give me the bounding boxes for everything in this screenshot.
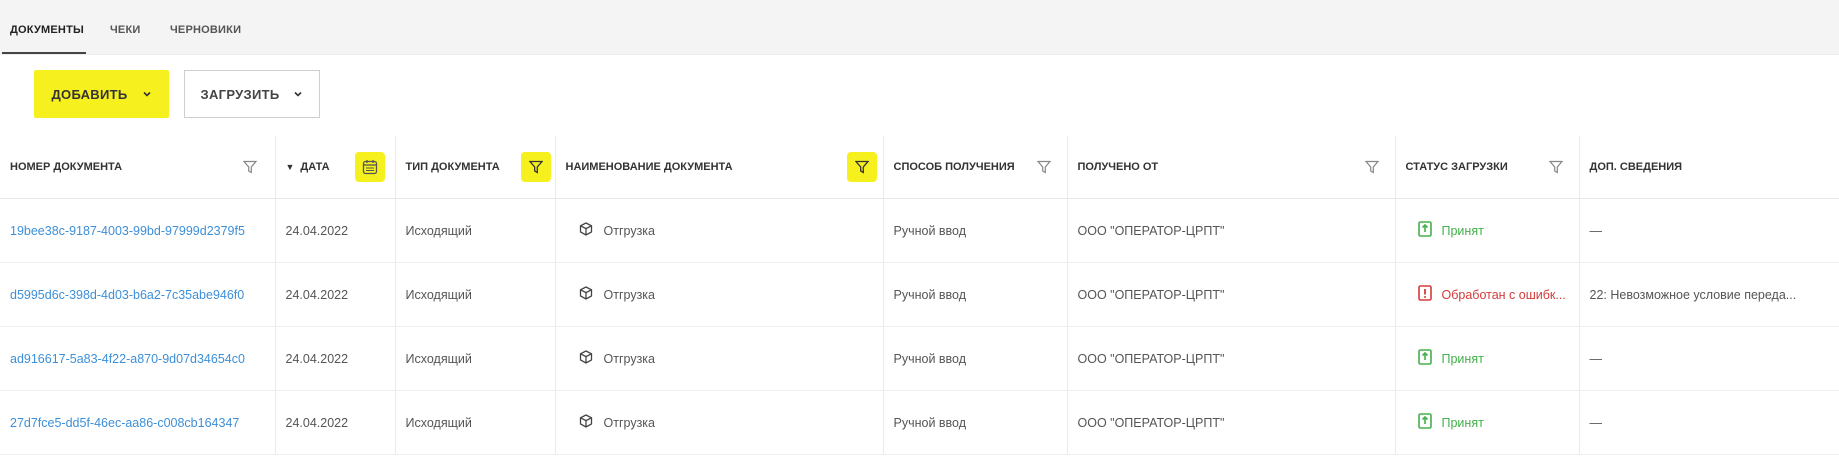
calendar-icon[interactable] [354, 152, 385, 182]
type-cell: Исходящий [395, 326, 556, 391]
document-number-cell[interactable]: ad916617-5a83-4f22-a870-9d07d34654c0 [0, 326, 276, 391]
extra-cell: — [1579, 326, 1839, 391]
document-name: Отгрузка [603, 415, 656, 430]
status-cell: Принят [1395, 390, 1580, 455]
column-header-name: НАИМЕНОВАНИЕ ДОКУМЕНТА [555, 136, 884, 199]
filter-icon[interactable] [1029, 152, 1059, 182]
status-text: Принят [1441, 415, 1484, 430]
filter-icon[interactable] [1357, 152, 1387, 182]
upload-ok-icon [1417, 221, 1432, 240]
table-row[interactable]: d5995d6c-398d-4d03-b6a2-7c35abe946f0 24.0… [0, 262, 1839, 327]
column-header-status: СТАТУС ЗАГРУЗКИ [1395, 136, 1580, 199]
document-number-link[interactable]: d5995d6c-398d-4d03-b6a2-7c35abe946f0 [10, 288, 244, 302]
name-cell: Отгрузка [555, 198, 884, 263]
column-label: ПОЛУЧЕНО ОТ [1077, 161, 1159, 173]
document-number-cell[interactable]: 27d7fce5-dd5f-46ec-aa86-c008cb164347 [0, 390, 276, 455]
box-icon [578, 349, 594, 368]
filter-icon[interactable] [1541, 152, 1571, 182]
column-label: СТАТУС ЗАГРУЗКИ [1405, 161, 1508, 173]
filter-icon[interactable] [846, 152, 877, 182]
load-button[interactable]: ЗАГРУЗИТЬ [184, 70, 320, 118]
column-label: ДОП. СВЕДЕНИЯ [1589, 161, 1683, 173]
toolbar: ДОБАВИТЬ ЗАГРУЗИТЬ [0, 55, 1839, 139]
column-header-date[interactable]: ▼ ДАТА [275, 136, 396, 199]
from-cell: ООО "ОПЕРАТОР-ЦРПТ" [1067, 326, 1396, 391]
document-number-link[interactable]: 19bee38c-9187-4003-99bd-97999d2379f5 [10, 224, 245, 238]
status-cell: Принят [1395, 198, 1580, 263]
add-button-label: ДОБАВИТЬ [51, 86, 128, 102]
column-label: СПОСОБ ПОЛУЧЕНИЯ [893, 161, 1015, 173]
documents-table: НОМЕР ДОКУМЕНТА ▼ ДАТА ТИП ДОКУМЕНТА НАИМ… [0, 136, 1839, 455]
filter-icon[interactable] [235, 152, 265, 182]
column-label: ДАТА [300, 161, 330, 173]
box-icon [578, 413, 594, 432]
document-name: Отгрузка [603, 351, 656, 366]
column-header-extra: ДОП. СВЕДЕНИЯ [1579, 136, 1839, 199]
column-label: ТИП ДОКУМЕНТА [405, 161, 500, 173]
document-number-cell[interactable]: d5995d6c-398d-4d03-b6a2-7c35abe946f0 [0, 262, 276, 327]
document-name: Отгрузка [603, 223, 656, 238]
status-text: Обработан с ошибк... [1441, 287, 1566, 302]
extra-cell: — [1579, 198, 1839, 263]
status-cell: Принят [1395, 326, 1580, 391]
box-icon [578, 221, 594, 240]
table-header-row: НОМЕР ДОКУМЕНТА ▼ ДАТА ТИП ДОКУМЕНТА НАИМ… [0, 136, 1839, 199]
name-cell: Отгрузка [555, 262, 884, 327]
type-cell: Исходящий [395, 390, 556, 455]
from-cell: ООО "ОПЕРАТОР-ЦРПТ" [1067, 262, 1396, 327]
filter-icon[interactable] [520, 152, 551, 182]
type-cell: Исходящий [395, 262, 556, 327]
tab-receipts[interactable]: ЧЕКИ [102, 0, 149, 54]
table-row[interactable]: 19bee38c-9187-4003-99bd-97999d2379f5 24.0… [0, 198, 1839, 263]
name-cell: Отгрузка [555, 390, 884, 455]
document-number-cell[interactable]: 19bee38c-9187-4003-99bd-97999d2379f5 [0, 198, 276, 263]
method-cell: Ручной ввод [883, 326, 1068, 391]
date-cell: 24.04.2022 [275, 262, 396, 327]
column-header-type: ТИП ДОКУМЕНТА [395, 136, 556, 199]
tab-documents[interactable]: ДОКУМЕНТЫ [2, 0, 86, 54]
upload-ok-icon [1417, 413, 1432, 432]
extra-cell: — [1579, 390, 1839, 455]
chevron-down-icon [142, 91, 151, 97]
from-cell: ООО "ОПЕРАТОР-ЦРПТ" [1067, 198, 1396, 263]
table-row[interactable]: ad916617-5a83-4f22-a870-9d07d34654c0 24.0… [0, 326, 1839, 391]
date-cell: 24.04.2022 [275, 326, 396, 391]
column-header-method: СПОСОБ ПОЛУЧЕНИЯ [883, 136, 1068, 199]
document-number-link[interactable]: ad916617-5a83-4f22-a870-9d07d34654c0 [10, 352, 245, 366]
method-cell: Ручной ввод [883, 198, 1068, 263]
add-button[interactable]: ДОБАВИТЬ [34, 70, 169, 118]
from-cell: ООО "ОПЕРАТОР-ЦРПТ" [1067, 390, 1396, 455]
date-cell: 24.04.2022 [275, 198, 396, 263]
name-cell: Отгрузка [555, 326, 884, 391]
column-label: НОМЕР ДОКУМЕНТА [10, 161, 123, 173]
column-header-from: ПОЛУЧЕНО ОТ [1067, 136, 1396, 199]
method-cell: Ручной ввод [883, 262, 1068, 327]
box-icon [578, 285, 594, 304]
document-name: Отгрузка [603, 287, 656, 302]
type-cell: Исходящий [395, 198, 556, 263]
upload-ok-icon [1417, 349, 1432, 368]
extra-cell: 22: Невозможное условие переда... [1579, 262, 1839, 327]
chevron-down-icon [294, 91, 303, 97]
document-number-link[interactable]: 27d7fce5-dd5f-46ec-aa86-c008cb164347 [10, 416, 239, 430]
column-label: НАИМЕНОВАНИЕ ДОКУМЕНТА [565, 161, 733, 173]
status-text: Принят [1441, 351, 1484, 366]
date-cell: 24.04.2022 [275, 390, 396, 455]
column-header-number: НОМЕР ДОКУМЕНТА [0, 136, 276, 199]
table-row[interactable]: 27d7fce5-dd5f-46ec-aa86-c008cb164347 24.0… [0, 390, 1839, 455]
load-button-label: ЗАГРУЗИТЬ [200, 86, 280, 102]
status-text: Принят [1441, 223, 1484, 238]
status-cell: Обработан с ошибк... [1395, 262, 1580, 327]
sort-desc-icon: ▼ [285, 162, 295, 172]
tab-drafts[interactable]: ЧЕРНОВИКИ [162, 0, 249, 54]
method-cell: Ручной ввод [883, 390, 1068, 455]
tabs-bar: ДОКУМЕНТЫ ЧЕКИ ЧЕРНОВИКИ [0, 0, 1839, 55]
error-icon [1417, 285, 1432, 304]
